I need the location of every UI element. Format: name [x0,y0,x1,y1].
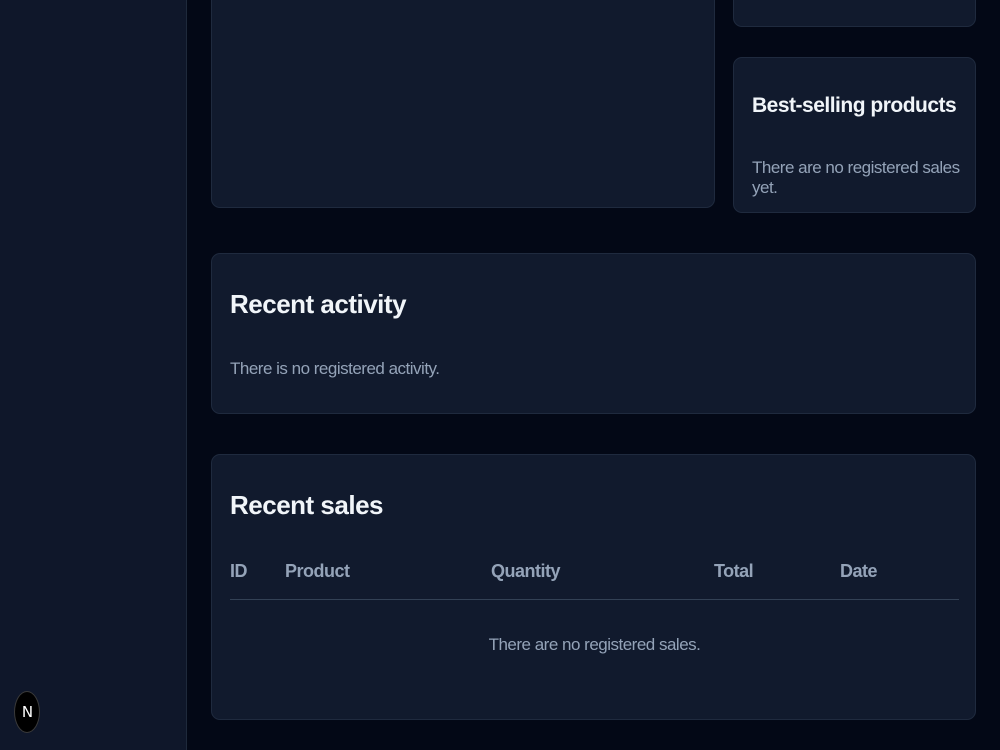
recent-sales-card: Recent sales ID Product Quantity Total D… [211,454,976,720]
best-selling-empty-message: There are no registered sales yet. [752,158,960,197]
column-header-date: Date [840,561,878,581]
column-header-quantity: Quantity [491,561,561,581]
summary-card [733,0,976,27]
recent-activity-title: Recent activity [230,289,407,319]
recent-activity-card: Recent activity There is no registered a… [211,253,976,414]
column-header-total: Total [714,561,754,581]
sales-table-header: ID Product Quantity Total Date [230,561,959,600]
chart-card [211,0,715,208]
column-header-id: ID [230,561,248,581]
nextjs-dev-tools-button[interactable]: N [14,691,40,733]
best-selling-products-title: Best-selling products [752,94,957,117]
sidebar: N [0,0,187,750]
recent-sales-title: Recent sales [230,490,383,520]
best-selling-products-card: Best-selling products There are no regis… [733,57,976,213]
nextjs-logo-icon: N [21,703,33,721]
recent-activity-empty-message: There is no registered activity. [230,359,440,378]
column-header-product: Product [285,561,350,581]
sales-table-empty-message: There are no registered sales. [488,635,701,654]
